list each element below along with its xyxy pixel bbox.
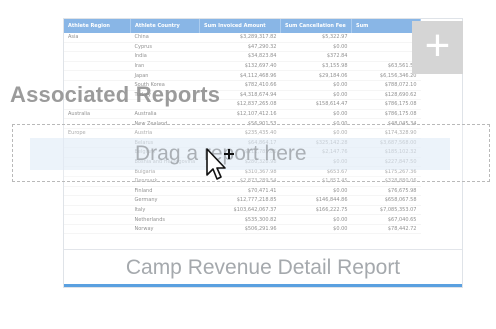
associated-reports-heading: Associated Reports [10,82,221,107]
card-accent-bar [64,284,462,287]
add-report-button[interactable]: + [412,21,463,74]
drag-copy-cursor-icon [205,147,239,192]
report-title: Camp Revenue Detail Report [64,249,462,287]
